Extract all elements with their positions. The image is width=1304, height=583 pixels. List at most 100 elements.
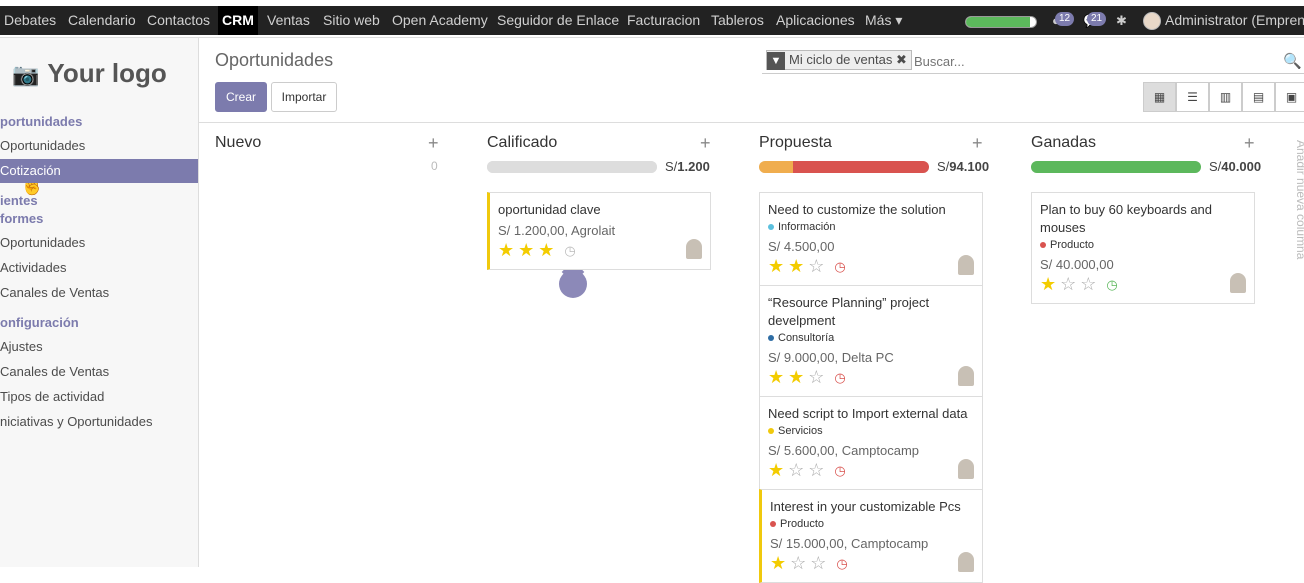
add-card-icon[interactable]: + <box>1244 133 1255 154</box>
company-logo: 📷 Your logo <box>12 58 167 89</box>
messages-badge[interactable]: 21 <box>1087 12 1107 26</box>
menu-sitio-web[interactable]: Sitio web <box>323 6 380 35</box>
create-button[interactable]: Crear <box>215 82 267 112</box>
priority-star-icon[interactable]: ★ <box>498 240 514 260</box>
priority-star-icon[interactable]: ★ <box>768 460 784 480</box>
card-title: oportunidad clave <box>498 202 601 217</box>
activity-clock-icon[interactable]: ◷ <box>564 242 575 260</box>
menu-open-academy[interactable]: Open Academy <box>392 6 488 35</box>
sidebar-item[interactable]: Tipos de actividad <box>0 385 198 409</box>
priority-star-icon[interactable]: ★ <box>518 240 534 260</box>
kanban-card[interactable]: Plan to buy 60 keyboards and mouses Produ… <box>1031 192 1255 304</box>
sidebar-item[interactable]: Actividades <box>0 256 198 280</box>
kanban-card[interactable]: oportunidad clave S/ 1.200,00, Agrolait ★ ★… <box>487 192 711 270</box>
menu-más[interactable]: Más ▾ <box>865 6 902 35</box>
facet-remove-icon[interactable]: ✖ <box>896 52 907 67</box>
tag-dot-icon <box>770 521 776 528</box>
sidebar-item[interactable]: Ajustes <box>0 335 198 359</box>
list-view-button[interactable]: ☰ <box>1176 82 1209 112</box>
activities-badge[interactable]: 12 <box>1055 12 1075 26</box>
card-footer: ★ ☆ ☆ ◷ <box>1040 273 1246 295</box>
activity-clock-icon[interactable]: ◷ <box>1106 276 1117 294</box>
sidebar-item[interactable]: Cotización <box>0 159 198 183</box>
sidebar-section-header: ientes <box>0 193 38 208</box>
column-count: 0 <box>431 159 438 173</box>
search-facet[interactable]: ▼ Mi ciclo de ventas ✖ <box>766 50 912 70</box>
sidebar-item[interactable]: Oportunidades <box>0 231 198 255</box>
pivot-view-button[interactable]: ▤ <box>1242 82 1275 112</box>
add-card-icon[interactable]: + <box>700 133 711 154</box>
priority-star-icon[interactable]: ☆ <box>790 553 806 573</box>
priority-star-icon[interactable]: ☆ <box>808 256 824 276</box>
menu-debates[interactable]: Debates <box>4 6 56 35</box>
kanban-view-button[interactable]: ▦ <box>1143 82 1176 112</box>
kanban-card[interactable]: “Resource Planning” project develpment Co… <box>759 285 983 397</box>
menu-seguidor-de-enlace[interactable]: Seguidor de Enlace <box>497 6 619 35</box>
drop-marker <box>559 270 587 298</box>
menu-tableros[interactable]: Tableros <box>711 6 764 35</box>
column-total: S/1.200 <box>665 159 710 174</box>
activity-clock-icon[interactable]: ◷ <box>834 258 845 276</box>
sidebar-item[interactable]: Canales de Ventas <box>0 281 198 305</box>
progress-segment[interactable] <box>793 161 929 173</box>
menu-crm[interactable]: CRM <box>218 6 258 35</box>
sidebar-item[interactable]: Oportunidades <box>0 134 198 158</box>
card-amount: S/ 5.600,00, Camptocamp <box>768 443 920 458</box>
activity-clock-icon[interactable]: ◷ <box>836 555 847 573</box>
add-column[interactable]: Añadir nueva columna <box>1294 140 1304 259</box>
priority-star-icon[interactable]: ★ <box>768 256 784 276</box>
priority-star-icon[interactable]: ★ <box>538 240 554 260</box>
calendar-view-button[interactable]: ▣ <box>1275 82 1304 112</box>
column-progress-bar[interactable] <box>759 161 929 173</box>
menu-aplicaciones[interactable]: Aplicaciones <box>776 6 855 35</box>
kanban-card[interactable]: Need script to Import external data Servi… <box>759 396 983 490</box>
priority-star-icon[interactable]: ★ <box>768 367 784 387</box>
priority-star-icon[interactable]: ☆ <box>808 367 824 387</box>
activity-clock-icon[interactable]: ◷ <box>834 462 845 480</box>
search-input[interactable] <box>914 51 1274 71</box>
card-tag: Producto <box>1040 237 1246 253</box>
priority-star-icon[interactable]: ☆ <box>808 460 824 480</box>
kanban-card[interactable]: Interest in your customizable Pcs Product… <box>759 489 983 583</box>
menu-calendario[interactable]: Calendario <box>68 6 136 35</box>
graph-view-button[interactable]: ▥ <box>1209 82 1242 112</box>
tag-dot-icon <box>768 335 774 342</box>
sidebar-item[interactable]: Canales de Ventas <box>0 360 198 384</box>
priority-star-icon[interactable]: ★ <box>788 367 804 387</box>
card-tag: Información <box>768 219 974 235</box>
sidebar-item[interactable]: niciativas y Oportunidades <box>0 410 198 434</box>
add-card-icon[interactable]: + <box>972 133 983 154</box>
activity-clock-icon[interactable]: ◷ <box>834 369 845 387</box>
card-amount: S/ 40.000,00 <box>1040 257 1114 272</box>
column-title: Calificado <box>487 134 558 151</box>
priority-star-icon[interactable]: ☆ <box>1080 274 1096 294</box>
card-title: “Resource Planning” project develpment <box>768 295 930 328</box>
kanban-card[interactable]: Need to customize the solution Informació… <box>759 192 983 286</box>
priority-star-icon[interactable]: ★ <box>788 256 804 276</box>
column-progress-bar[interactable] <box>487 161 657 173</box>
card-footer: ★ ☆ ☆ ◷ <box>770 552 974 574</box>
search-icon[interactable]: 🔍 <box>1283 52 1302 70</box>
card-tag: Consultoría <box>768 330 974 346</box>
column-progress-bar[interactable] <box>1031 161 1201 173</box>
add-card-icon[interactable]: + <box>428 133 439 154</box>
card-amount: S/ 1.200,00, Agrolait <box>498 223 616 238</box>
priority-star-icon[interactable]: ★ <box>1040 274 1056 294</box>
user-avatar <box>1143 12 1161 31</box>
menu-ventas[interactable]: Ventas <box>267 6 310 35</box>
progress-segment[interactable] <box>487 161 657 173</box>
bug-icon[interactable]: ✱ <box>1116 13 1127 29</box>
progress-segment[interactable] <box>1031 161 1201 173</box>
menu-contactos[interactable]: Contactos <box>147 6 210 35</box>
priority-star-icon[interactable]: ☆ <box>1060 274 1076 294</box>
card-title: Interest in your customizable Pcs <box>770 499 961 514</box>
progress-segment[interactable] <box>759 161 793 173</box>
priority-star-icon[interactable]: ☆ <box>810 553 826 573</box>
tag-dot-icon <box>768 428 774 435</box>
import-button[interactable]: Importar <box>271 82 337 112</box>
user-menu[interactable]: Administrator (Empren... <box>1143 6 1304 35</box>
priority-star-icon[interactable]: ★ <box>770 553 786 573</box>
menu-facturacion[interactable]: Facturacion <box>627 6 700 35</box>
filter-icon: ▼ <box>767 52 785 70</box>
priority-star-icon[interactable]: ☆ <box>788 460 804 480</box>
